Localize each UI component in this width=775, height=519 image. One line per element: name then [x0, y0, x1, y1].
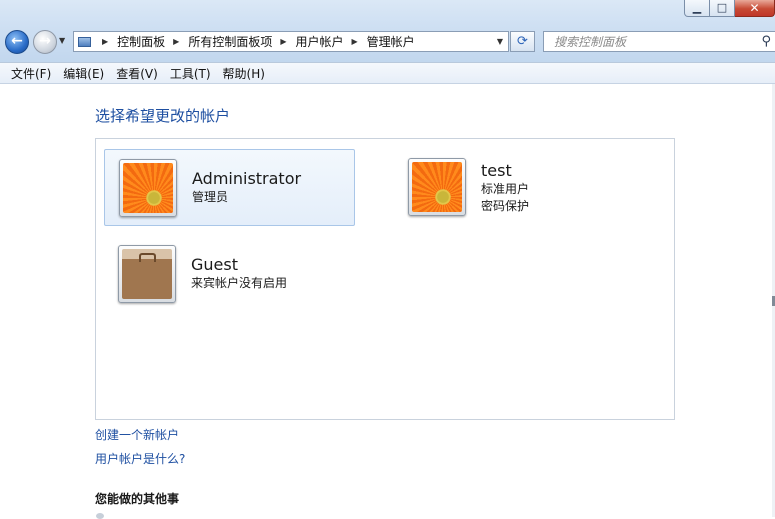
refresh-icon: ⟳: [517, 34, 528, 49]
menu-view[interactable]: 查看(V): [110, 65, 164, 82]
breadcrumb-separator-icon[interactable]: ▶: [280, 37, 286, 46]
breadcrumb-separator-icon[interactable]: ▶: [173, 37, 179, 46]
breadcrumb-separator-icon[interactable]: ▶: [352, 37, 358, 46]
forward-button[interactable]: →: [33, 30, 57, 54]
menu-bar: 文件(F) 编辑(E) 查看(V) 工具(T) 帮助(H): [0, 62, 775, 84]
breadcrumb: ▶ 控制面板 ▶ 所有控制面板项 ▶ 用户帐户 ▶ 管理帐户: [93, 33, 415, 50]
briefcase-icon: [122, 249, 172, 299]
minimize-icon: ▁: [692, 1, 702, 14]
refresh-button[interactable]: ⟳: [510, 31, 535, 52]
close-button[interactable]: ✕: [735, 0, 775, 17]
page-title: 选择希望更改的帐户: [95, 107, 231, 125]
account-test[interactable]: test 标准用户 密码保护: [408, 158, 638, 228]
account-type: 管理员: [192, 190, 229, 204]
breadcrumb-manage-accounts[interactable]: 管理帐户: [367, 33, 415, 50]
create-account-link[interactable]: 创建一个新帐户: [95, 426, 179, 443]
accounts-panel: Administrator 管理员 test 标准用户 密码保护 Guest 来…: [95, 138, 675, 420]
search-icon[interactable]: ⚲: [761, 34, 771, 49]
breadcrumb-all-items[interactable]: 所有控制面板项: [188, 33, 272, 50]
close-icon: ✕: [749, 1, 760, 15]
address-bar[interactable]: ▶ 控制面板 ▶ 所有控制面板项 ▶ 用户帐户 ▶ 管理帐户 ▼: [73, 31, 509, 52]
menu-tools[interactable]: 工具(T): [164, 65, 217, 82]
maximize-icon: □: [716, 1, 728, 14]
control-panel-icon: [77, 35, 93, 49]
breadcrumb-separator-icon[interactable]: ▶: [102, 37, 108, 46]
minimize-button[interactable]: ▁: [684, 0, 710, 17]
account-guest[interactable]: Guest 来宾帐户没有启用: [118, 245, 358, 315]
account-picture: [408, 158, 466, 216]
content-area: 选择希望更改的帐户 Administrator 管理员 test 标准用户 密码…: [0, 84, 775, 519]
forward-arrow-icon: →: [39, 33, 51, 49]
menu-file[interactable]: 文件(F): [5, 65, 57, 82]
bullet-icon: [96, 513, 104, 519]
flower-icon: [412, 162, 462, 212]
account-picture: [118, 245, 176, 303]
back-button[interactable]: ←: [5, 30, 29, 54]
account-name: Guest: [191, 255, 238, 274]
flower-icon: [123, 163, 173, 213]
account-picture: [119, 159, 177, 217]
back-arrow-icon: ←: [11, 33, 23, 49]
account-name: test: [481, 161, 512, 180]
caption-buttons: ▁ □ ✕: [684, 0, 775, 18]
what-is-user-account-link[interactable]: 用户帐户是什么?: [95, 450, 185, 467]
window-chrome: ▁ □ ✕ ← → ▼ ▶ 控制面板 ▶ 所有控制面板项 ▶ 用户帐户 ▶ 管理…: [0, 0, 775, 62]
account-type: 标准用户: [481, 182, 530, 196]
breadcrumb-user-accounts[interactable]: 用户帐户: [296, 33, 344, 50]
menu-help[interactable]: 帮助(H): [217, 65, 271, 82]
account-password-status: 密码保护: [481, 199, 530, 213]
search-box[interactable]: 搜索控制面板 ⚲: [543, 31, 775, 52]
menu-edit[interactable]: 编辑(E): [57, 65, 110, 82]
account-name: Administrator: [192, 169, 302, 188]
account-status: 来宾帐户没有启用: [191, 276, 288, 290]
recent-pages-dropdown[interactable]: ▼: [59, 36, 65, 45]
other-tasks-heading: 您能做的其他事: [95, 492, 180, 506]
breadcrumb-control-panel[interactable]: 控制面板: [117, 33, 165, 50]
address-dropdown-icon[interactable]: ▼: [497, 37, 503, 46]
search-input[interactable]: 搜索控制面板: [554, 33, 626, 50]
maximize-button[interactable]: □: [710, 0, 735, 17]
account-administrator[interactable]: Administrator 管理员: [104, 149, 355, 226]
